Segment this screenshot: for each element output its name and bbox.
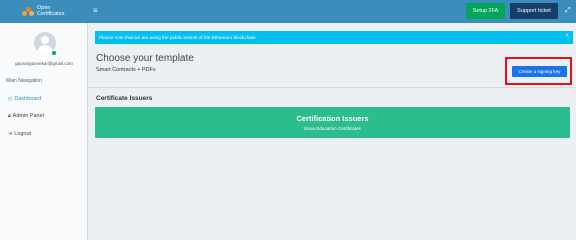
dashboard-icon: ◴ xyxy=(8,96,13,102)
sidebar-item-admin-panel[interactable]: 🔒︎ Admin Panel xyxy=(8,113,44,119)
expand-icon[interactable]: ⤢ xyxy=(565,6,571,16)
user-email: gaurangtorvekar@gmail.com xyxy=(15,61,73,66)
logo-icon xyxy=(22,6,34,17)
sidebar-item-label: Admin Panel xyxy=(12,113,44,119)
alert-text: Please note that we are using the public… xyxy=(99,35,256,40)
sidebar-item-logout[interactable]: ⇥ Logout xyxy=(8,131,31,137)
sidebar-item-label: Logout xyxy=(14,131,32,137)
card-title: Certification Issuers xyxy=(296,114,369,123)
logout-icon: ⇥ xyxy=(8,131,13,137)
logo-text: Open Certificates xyxy=(37,5,65,17)
close-icon[interactable]: × xyxy=(565,33,569,39)
page-subtitle: Smart Contracts + PDFs xyxy=(96,67,156,73)
sidebar: gaurangtorvekar@gmail.com Main Navigatio… xyxy=(0,23,88,240)
online-status-dot xyxy=(52,51,56,55)
card-subtitle: Issue Education Certificates xyxy=(304,126,361,131)
divider xyxy=(88,87,576,88)
hamburger-icon[interactable]: ≡ xyxy=(93,6,99,16)
section-title: Certificate Issuers xyxy=(96,95,153,102)
create-signing-key-button[interactable]: Create a signing key xyxy=(512,66,567,77)
page-title: Choose your template xyxy=(96,53,194,64)
sidebar-item-label: Dashboard xyxy=(14,96,42,102)
nav-header: Main Navigation xyxy=(6,78,42,84)
support-ticket-button[interactable]: Support ticket xyxy=(510,3,558,19)
setup-2fa-button[interactable]: Setup 2FA xyxy=(466,3,505,19)
top-header: Open Certificates ≡ Setup 2FA Support ti… xyxy=(0,0,576,23)
certification-issuers-card[interactable]: Certification Issuers Issue Education Ce… xyxy=(95,107,570,138)
sidebar-item-dashboard[interactable]: ◴ Dashboard xyxy=(8,96,41,102)
lock-icon: 🔒︎ xyxy=(8,113,11,119)
logo[interactable]: Open Certificates xyxy=(0,0,88,23)
testnet-alert: Please note that we are using the public… xyxy=(95,31,573,44)
